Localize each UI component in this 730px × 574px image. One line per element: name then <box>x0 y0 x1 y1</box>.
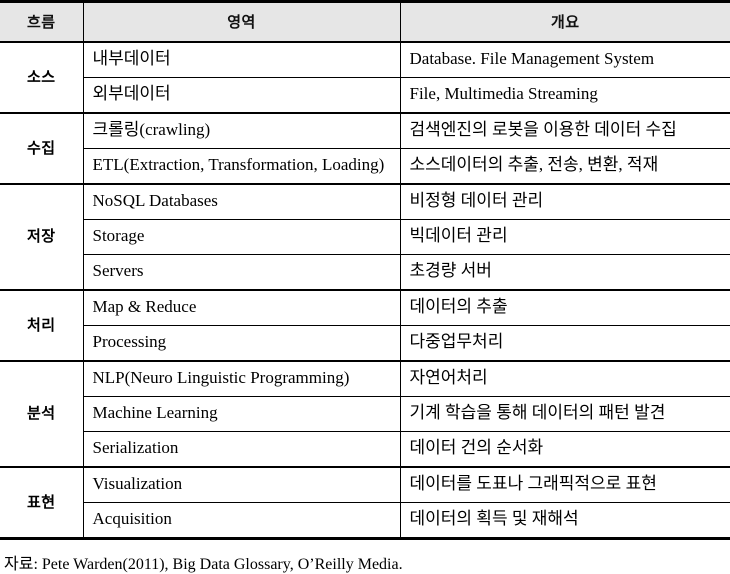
column-header-flow: 흐름 <box>0 0 84 43</box>
table-row: 분석 NLP(Neuro Linguistic Programming) 자연어처리 <box>0 361 730 468</box>
area-cell: Serialization <box>83 431 401 468</box>
table-row: Storage 빅데이터 관리 <box>0 219 730 255</box>
flow-stage-cell: 분석 <box>0 361 84 468</box>
area-cell: Map & Reduce <box>83 290 401 326</box>
header-row: 흐름 영역 개요 <box>0 0 730 43</box>
bigdata-architecture-table: 흐름 영역 개요 소스 내부데이터 Database. File Managemen… <box>0 0 730 540</box>
flow-stage-cell: 소스 <box>0 42 84 114</box>
overview-cell: File, Multimedia Streaming <box>400 77 730 114</box>
overview-cell: 데이터 건의 순서화 <box>400 431 730 468</box>
source-note: 자료: Pete Warden(2011), Big Data Glossary… <box>4 556 403 573</box>
overview-cell: 데이터의 획득 및 재해석 <box>400 502 730 540</box>
area-cell: 크롤링(crawling) <box>83 113 401 149</box>
overview-cell: 데이터를 도표나 그래픽적으로 표현 <box>400 467 730 503</box>
area-cell: Processing <box>83 325 401 362</box>
table-row: 저장 NoSQL Databases 비정형 데이터 관리 <box>0 184 730 291</box>
table-row: 외부데이터 File, Multimedia Streaming <box>0 77 730 114</box>
overview-cell: 기계 학습을 통해 데이터의 패턴 발견 <box>400 396 730 432</box>
table-row: Machine Learning 기계 학습을 통해 데이터의 패턴 발견 <box>0 396 730 432</box>
overview-cell: 빅데이터 관리 <box>400 219 730 255</box>
area-cell: Servers <box>83 254 401 291</box>
flow-stage-cell: 처리 <box>0 290 84 362</box>
area-cell: Visualization <box>83 467 401 503</box>
table-row: Servers 초경량 서버 <box>0 254 730 291</box>
table-row: 표현 Visualization 데이터를 도표나 그래픽적으로 표현 <box>0 467 730 540</box>
flow-stage-cell: 저장 <box>0 184 84 291</box>
overview-cell: 데이터의 추출 <box>400 290 730 326</box>
area-cell: NoSQL Databases <box>83 184 401 220</box>
overview-cell: 검색엔진의 로봇을 이용한 데이터 수집 <box>400 113 730 149</box>
table-sheet: 흐름 영역 개요 소스 내부데이터 Database. File Managemen… <box>0 0 730 573</box>
area-cell: 내부데이터 <box>83 42 401 78</box>
overview-cell: 소스데이터의 추출, 전송, 변환, 적재 <box>400 148 730 185</box>
table-header: 흐름 영역 개요 <box>0 0 730 43</box>
area-cell: Acquisition <box>83 502 401 540</box>
area-cell: Storage <box>83 219 401 255</box>
table-row: 수집 크롤링(crawling) 검색엔진의 로봇을 이용한 데이터 수집 <box>0 113 730 185</box>
overview-cell: 자연어처리 <box>400 361 730 397</box>
table-row: Acquisition 데이터의 획득 및 재해석 <box>0 502 730 540</box>
area-cell: NLP(Neuro Linguistic Programming) <box>83 361 401 397</box>
area-cell: ETL(Extraction, Transformation, Loading) <box>83 148 401 185</box>
overview-cell: Database. File Management System <box>400 42 730 78</box>
table-row: Serialization 데이터 건의 순서화 <box>0 431 730 468</box>
table-row: ETL(Extraction, Transformation, Loading)… <box>0 148 730 185</box>
flow-stage-cell: 표현 <box>0 467 84 540</box>
flow-stage-cell: 수집 <box>0 113 84 185</box>
column-header-area: 영역 <box>83 0 401 43</box>
overview-cell: 비정형 데이터 관리 <box>400 184 730 220</box>
area-cell: Machine Learning <box>83 396 401 432</box>
table-row: Processing 다중업무처리 <box>0 325 730 362</box>
area-cell: 외부데이터 <box>83 77 401 114</box>
overview-cell: 다중업무처리 <box>400 325 730 362</box>
table-row: 소스 내부데이터 Database. File Management System <box>0 42 730 114</box>
overview-cell: 초경량 서버 <box>400 254 730 291</box>
table-row: 처리 Map & Reduce 데이터의 추출 <box>0 290 730 362</box>
table-body: 소스 내부데이터 Database. File Management System 외… <box>0 42 730 540</box>
column-header-overview: 개요 <box>400 0 730 43</box>
